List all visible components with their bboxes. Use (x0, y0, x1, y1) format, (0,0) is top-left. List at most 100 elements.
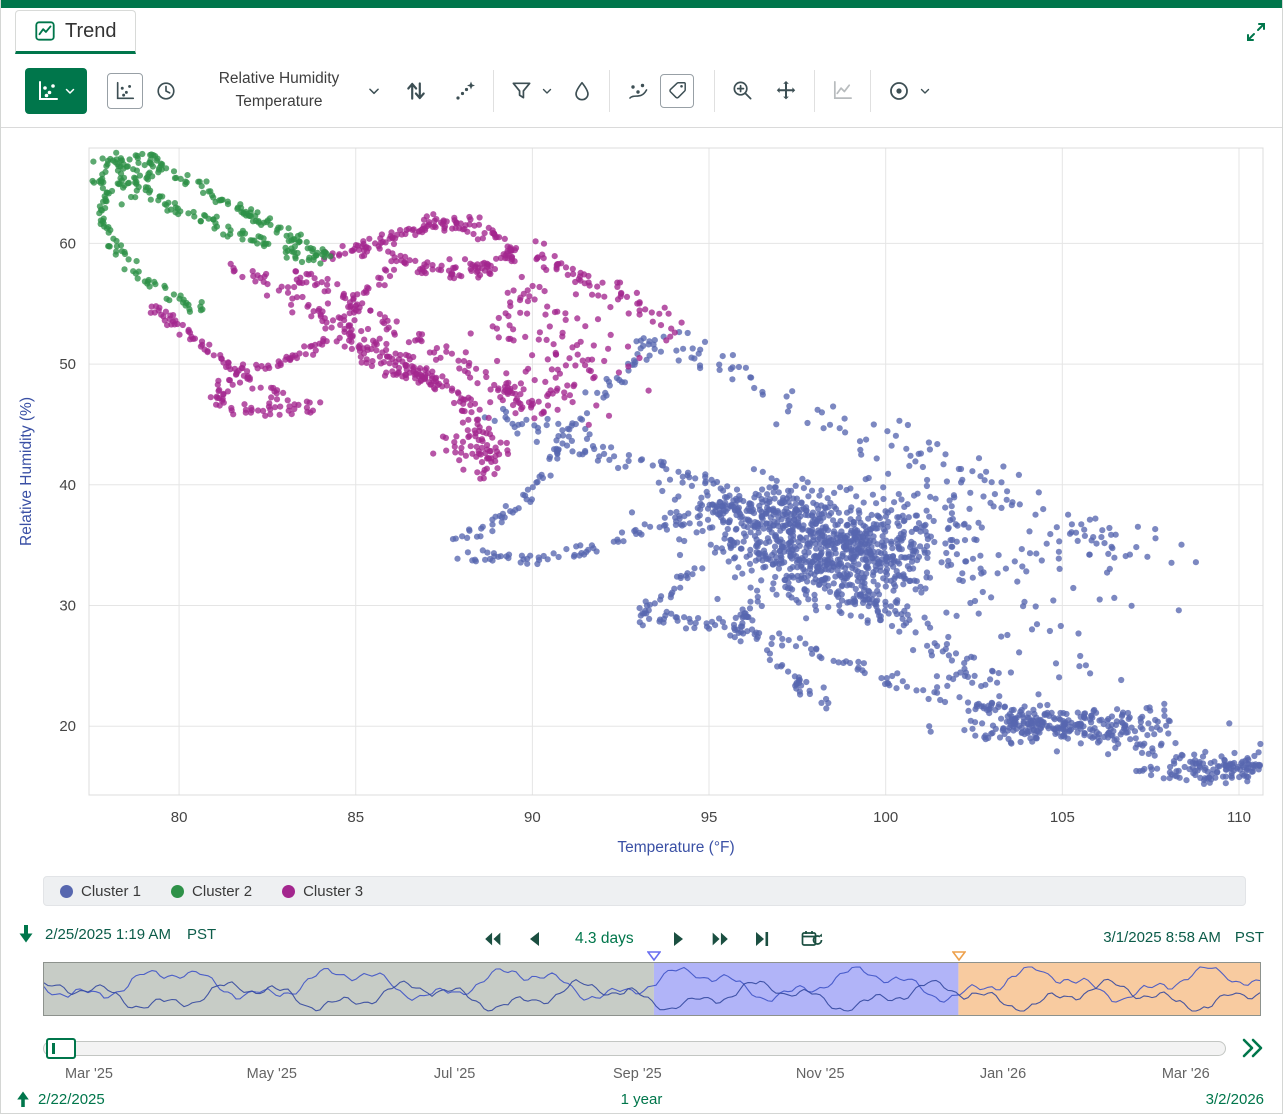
zoom-in-button[interactable] (727, 75, 758, 106)
chevron-down-icon (919, 85, 931, 97)
auto-update-icon (800, 928, 824, 950)
toolbar-divider (609, 70, 610, 112)
filter-dropdown-button[interactable] (537, 81, 557, 101)
step-forward-button[interactable] (667, 926, 691, 952)
scatter-mode-toggle[interactable] (107, 73, 143, 109)
skip-back-icon (482, 930, 504, 948)
trend-view-selector-button[interactable] (25, 68, 87, 114)
y-axis-title: Relative Humidity (%) (18, 397, 35, 546)
svg-text:90: 90 (524, 809, 541, 826)
select-points-button[interactable] (622, 75, 654, 107)
svg-text:30: 30 (59, 597, 76, 614)
svg-text:80: 80 (171, 809, 188, 826)
tab-label: Trend (65, 20, 117, 43)
svg-text:105: 105 (1050, 809, 1075, 826)
legend-item-cluster-1[interactable]: Cluster 1 (60, 883, 141, 900)
chevron-down-icon (64, 85, 76, 97)
time-slider-handle[interactable] (46, 1038, 76, 1059)
step-to-end-button[interactable] (749, 926, 775, 952)
slider-handle-grip (52, 1043, 55, 1054)
signal-selector[interactable]: Relative Humidity Temperature (203, 68, 355, 113)
select-points-icon (626, 79, 650, 103)
svg-text:95: 95 (701, 809, 718, 826)
top-accent-bar (1, 0, 1282, 8)
svg-text:85: 85 (347, 809, 364, 826)
range-start-arrow-icon[interactable] (17, 924, 35, 944)
chevron-down-icon (367, 84, 381, 98)
legend-label-cluster-1: Cluster 1 (81, 883, 141, 900)
time-slider-track[interactable] (43, 1041, 1226, 1056)
month-label: Jul '25 (410, 1066, 500, 1082)
display-range-end-tz: PST (1235, 929, 1264, 946)
time-mode-toggle[interactable] (151, 76, 181, 106)
legend-label-cluster-3: Cluster 3 (303, 883, 363, 900)
month-label: Nov '25 (775, 1066, 865, 1082)
step-back-icon (526, 930, 542, 948)
time-slider-row (1, 1038, 1282, 1062)
display-range-start-tz: PST (187, 926, 216, 943)
month-label: May '25 (227, 1066, 317, 1082)
display-range-start: 2/25/2025 1:19 AM (45, 926, 171, 943)
timeline-region-3[interactable] (958, 963, 1260, 1015)
timeline-region-1[interactable] (44, 963, 654, 1015)
step-forward-half-button[interactable] (705, 926, 735, 952)
droplet-icon (571, 80, 593, 102)
display-range-bar: 2/25/2025 1:19 AM PST 4.3 days (1, 920, 1282, 954)
legend-item-cluster-2[interactable]: Cluster 2 (171, 883, 252, 900)
toolbar: Relative Humidity Temperature (1, 54, 1282, 128)
investigate-range-bar: 2/22/2025 1 year 3/2/2026 (1, 1090, 1282, 1112)
auto-update-button[interactable] (796, 924, 828, 954)
capture-dropdown-button[interactable] (915, 81, 935, 101)
skip-forward-icon (709, 930, 731, 948)
investigate-range-span: 1 year (1, 1091, 1282, 1108)
month-label: Jan '26 (958, 1066, 1048, 1082)
timeline-marker-1[interactable] (647, 951, 661, 961)
capture-mode-button[interactable] (883, 75, 915, 107)
timeline-overview-strip[interactable] (43, 962, 1261, 1016)
month-label: Sep '25 (592, 1066, 682, 1082)
tab-trend[interactable]: Trend (15, 10, 136, 54)
timeline-marker-2[interactable] (952, 951, 966, 961)
legend-item-cluster-3[interactable]: Cluster 3 (282, 883, 363, 900)
tab-bar: Trend (1, 8, 1282, 54)
legend: Cluster 1 Cluster 2 Cluster 3 (43, 876, 1246, 906)
month-label: Mar '25 (44, 1066, 134, 1082)
pan-button[interactable] (770, 75, 802, 107)
label-points-toggle[interactable] (660, 74, 694, 108)
step-to-end-icon (753, 930, 771, 948)
toolbar-divider (493, 70, 494, 112)
expand-icon[interactable] (1244, 20, 1268, 44)
sparkle-icon (453, 79, 477, 103)
signal-dropdown-button[interactable] (363, 80, 385, 102)
legend-dot-cluster-1 (60, 885, 73, 898)
swap-axes-button[interactable] (399, 74, 433, 108)
step-forward-icon (671, 930, 687, 948)
x-axis-title: Temperature (°F) (617, 839, 734, 856)
filter-icon (510, 79, 533, 102)
toolbar-divider (814, 70, 815, 112)
svg-text:20: 20 (59, 718, 76, 735)
trend-chart-icon (34, 20, 56, 42)
scatter-plot[interactable]: 808590951001051102030405060Temperature (… (1, 140, 1283, 864)
scatter-mode-icon (114, 80, 136, 102)
step-back-half-button[interactable] (478, 926, 508, 952)
legend-label-cluster-2: Cluster 2 (192, 883, 252, 900)
filter-button[interactable] (506, 75, 537, 106)
scatter-chart-icon (36, 79, 60, 103)
step-back-button[interactable] (522, 926, 546, 952)
svg-text:50: 50 (59, 356, 76, 373)
svg-text:110: 110 (1227, 809, 1251, 826)
chart-options-button-disabled (827, 75, 858, 106)
display-range-duration[interactable]: 4.3 days (575, 930, 634, 948)
zoom-in-icon (731, 79, 754, 102)
clock-icon (155, 80, 177, 102)
density-plot-button[interactable] (567, 76, 597, 106)
svg-text:60: 60 (59, 235, 76, 252)
color-by-condition-button[interactable] (449, 75, 481, 107)
points-cluster-3 (148, 211, 685, 482)
sort-icon (403, 78, 429, 104)
points-cluster-1 (450, 329, 1264, 787)
toolbar-divider (714, 70, 715, 112)
tag-icon (667, 80, 688, 101)
expand-range-icon[interactable] (1240, 1036, 1266, 1060)
